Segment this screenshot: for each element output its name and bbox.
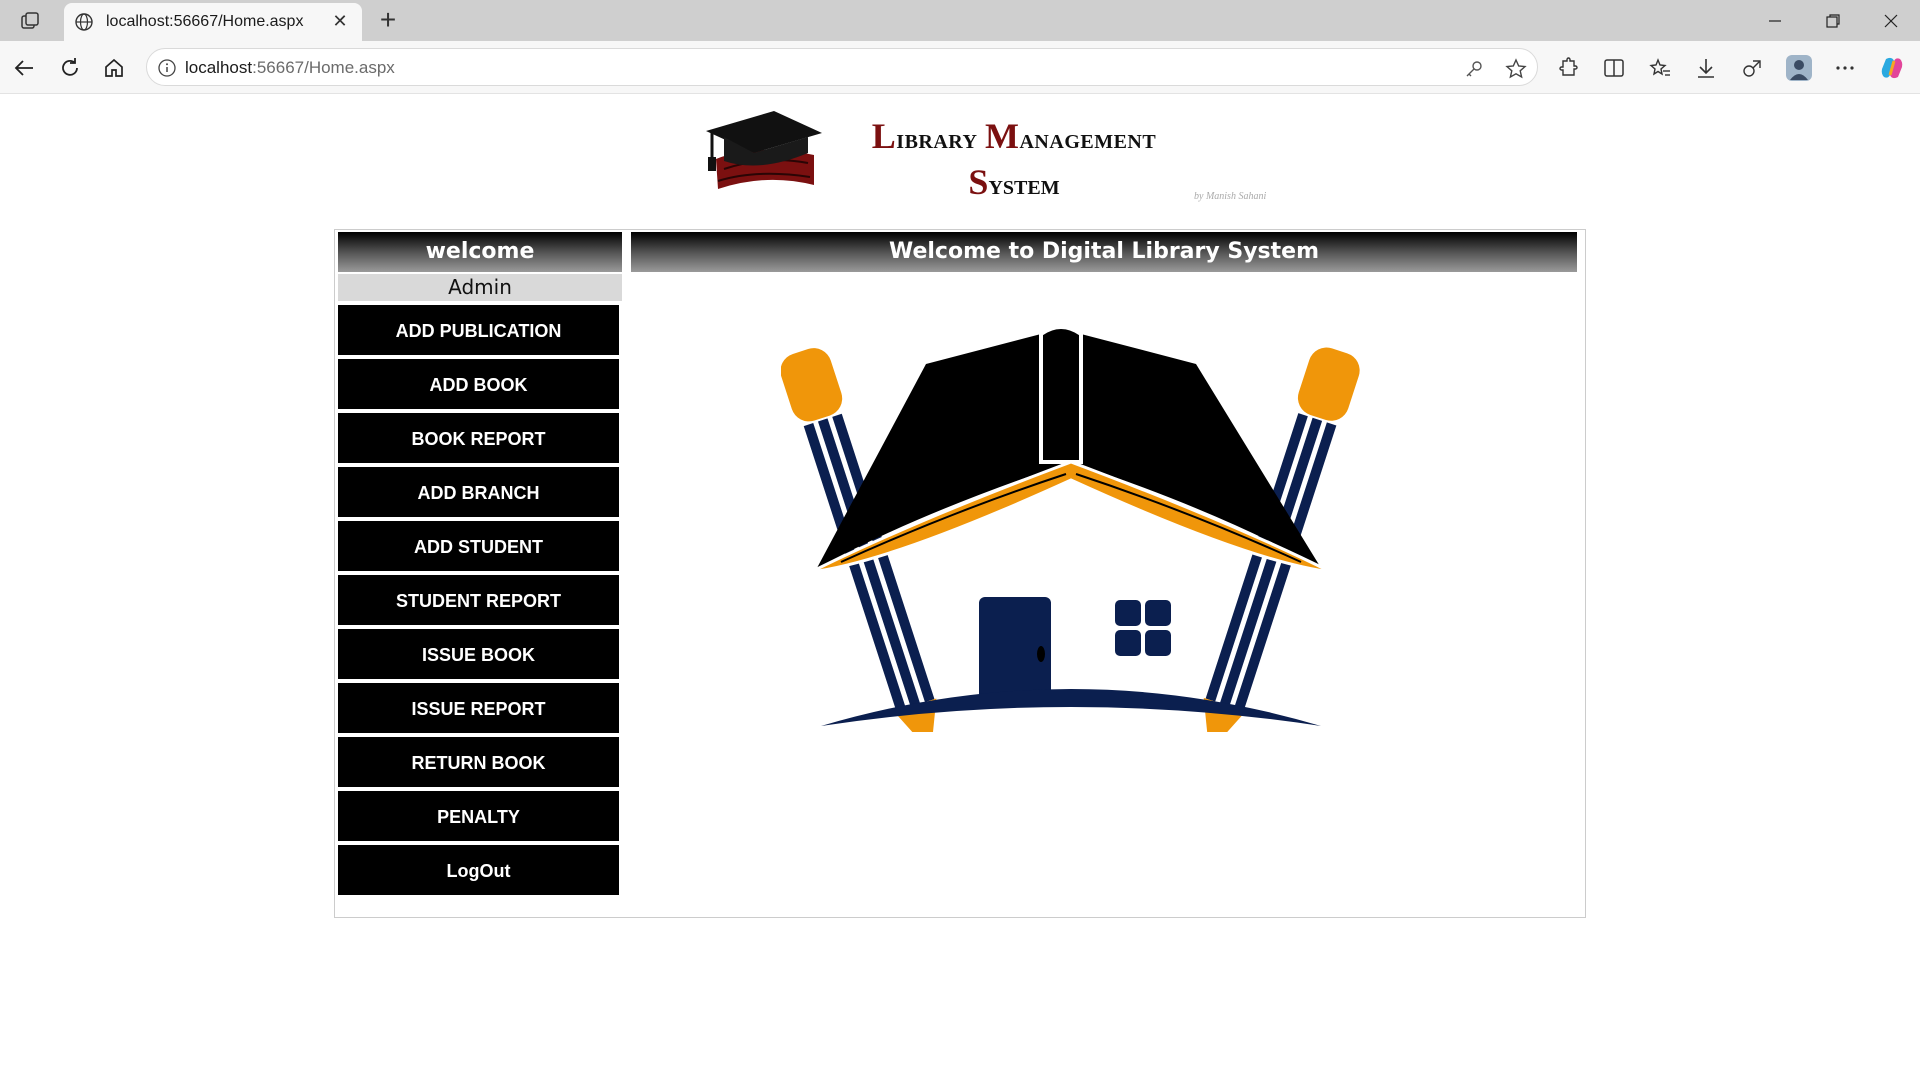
tab-actions-icon[interactable] [16, 8, 44, 34]
site-logo: Library Management System by Manish Saha… [696, 103, 1286, 213]
refresh-icon[interactable] [54, 52, 86, 84]
tab-title: localhost:56667/Home.aspx [106, 13, 304, 30]
main-heading: Welcome to Digital Library System [631, 232, 1577, 272]
site-info-icon[interactable] [157, 58, 177, 78]
close-window-icon[interactable] [1868, 6, 1914, 36]
globe-icon [75, 13, 93, 31]
copilot-icon[interactable] [1878, 54, 1906, 82]
library-house-illustration [781, 325, 1360, 732]
minimize-icon[interactable] [1752, 6, 1798, 36]
window-icon [1115, 600, 1171, 656]
return-book-button[interactable]: RETURN BOOK [337, 736, 620, 788]
favorites-icon[interactable] [1646, 54, 1674, 82]
open-book-roof-icon [810, 325, 1332, 574]
add-student-button[interactable]: ADD STUDENT [337, 520, 620, 572]
performance-icon[interactable] [1738, 54, 1766, 82]
extensions-icon[interactable] [1554, 54, 1582, 82]
more-menu-icon[interactable] [1831, 54, 1859, 82]
profile-avatar[interactable] [1785, 54, 1813, 82]
add-branch-button[interactable]: ADD BRANCH [337, 466, 620, 518]
sidebar: welcome Admin ADD PUBLICATION ADD BOOK B… [337, 232, 622, 896]
book-report-button[interactable]: BOOK REPORT [337, 412, 620, 464]
downloads-icon[interactable] [1692, 54, 1720, 82]
home-icon[interactable] [98, 52, 130, 84]
favorite-star-icon[interactable] [1505, 58, 1527, 80]
back-icon[interactable] [8, 52, 40, 84]
browser-tab-active[interactable]: localhost:56667/Home.aspx ✕ [64, 3, 362, 41]
logo-title: Library Management System [871, 116, 1157, 202]
add-publication-button[interactable]: ADD PUBLICATION [337, 304, 620, 356]
sidebar-username: Admin [338, 274, 622, 301]
address-bar[interactable]: localhost:56667/Home.aspx [146, 48, 1538, 86]
new-tab-icon[interactable]: + [374, 6, 402, 35]
logo-byline: by Manish Sahani [1194, 191, 1267, 202]
add-book-button[interactable]: ADD BOOK [337, 358, 620, 410]
issue-report-button[interactable]: ISSUE REPORT [337, 682, 620, 734]
split-screen-icon[interactable] [1600, 54, 1628, 82]
browser-toolbar: localhost:56667/Home.aspx [0, 41, 1920, 94]
main-content: Welcome to Digital Library System [631, 232, 1577, 732]
page-viewport: Library Management System by Manish Saha… [4, 95, 1916, 1077]
tab-close-icon[interactable]: ✕ [332, 12, 348, 30]
sidebar-heading: welcome [338, 232, 622, 272]
restore-icon[interactable] [1810, 6, 1856, 36]
content-panel: welcome Admin ADD PUBLICATION ADD BOOK B… [334, 229, 1586, 918]
penalty-button[interactable]: PENALTY [337, 790, 620, 842]
student-report-button[interactable]: STUDENT REPORT [337, 574, 620, 626]
browser-tabbar: localhost:56667/Home.aspx ✕ + [0, 0, 1920, 41]
logout-button[interactable]: LogOut [337, 844, 620, 896]
url-text[interactable]: localhost:56667/Home.aspx [185, 58, 395, 78]
issue-book-button[interactable]: ISSUE BOOK [337, 628, 620, 680]
key-icon[interactable] [1463, 58, 1485, 80]
graduation-cap-icon [706, 111, 822, 189]
